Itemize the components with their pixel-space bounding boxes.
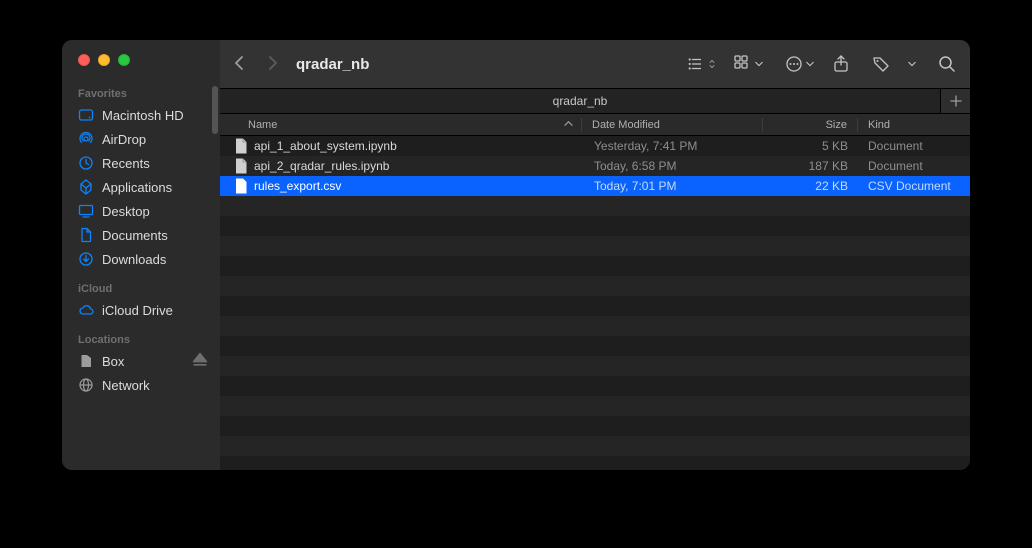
sidebar-item-airdrop[interactable]: AirDrop [62,127,220,151]
main-content: qradar_nb [220,40,970,470]
sidebar-item-label: Network [102,378,150,393]
empty-row [220,276,970,296]
sidebar-section: Locations Box Network [62,328,220,397]
file-kind: CSV Document [858,179,970,193]
empty-row [220,416,970,436]
column-headers: Name Date Modified Size Kind [220,114,970,136]
back-button[interactable] [234,56,246,73]
sidebar-item-applications[interactable]: Applications [62,175,220,199]
empty-row [220,356,970,376]
sidebar-scrollbar[interactable] [212,86,218,134]
sidebar-item-label: Applications [102,180,172,195]
file-name: rules_export.csv [254,179,341,193]
column-header-kind[interactable]: Kind [858,119,970,131]
airdrop-icon [78,131,94,147]
clock-icon [78,155,94,171]
sidebar-item-label: Downloads [102,252,166,267]
empty-row [220,396,970,416]
sort-ascending-icon [564,119,573,130]
file-date: Yesterday, 7:41 PM [584,139,764,153]
empty-row [220,216,970,236]
sidebar-item-box[interactable]: Box [62,349,220,373]
group-by-button[interactable] [734,55,763,73]
new-tab-button[interactable] [940,89,970,113]
empty-row [220,256,970,276]
sidebar-item-label: Box [102,354,124,369]
sidebar-item-label: Documents [102,228,168,243]
sidebar-item-macintosh-hd[interactable]: Macintosh HD [62,103,220,127]
action-menu-button[interactable] [785,55,814,73]
sidebar-item-desktop[interactable]: Desktop [62,199,220,223]
empty-row [220,376,970,396]
empty-row [220,436,970,456]
minimize-window-button[interactable] [98,54,110,66]
empty-row [220,296,970,316]
search-button[interactable] [938,55,956,73]
file-date: Today, 7:01 PM [584,179,764,193]
sidebar-item-label: Recents [102,156,150,171]
file-size: 187 KB [764,159,858,173]
sidebar-item-recents[interactable]: Recents [62,151,220,175]
file-name: api_1_about_system.ipynb [254,139,397,153]
file-size: 22 KB [764,179,858,193]
sidebar-item-downloads[interactable]: Downloads [62,247,220,271]
tab-qradar-nb[interactable]: qradar_nb [220,89,940,113]
download-icon [78,251,94,267]
file-row[interactable]: api_2_qradar_rules.ipynb Today, 6:58 PM18… [220,156,970,176]
sidebar-item-network[interactable]: Network [62,373,220,397]
document-icon [234,138,248,154]
toolbar-dropdown-button[interactable] [908,60,916,68]
empty-row [220,336,970,356]
cloud-icon [78,302,94,318]
document-icon [234,158,248,174]
share-button[interactable] [832,55,850,73]
file-row[interactable]: rules_export.csv Today, 7:01 PM22 KBCSV D… [220,176,970,196]
sidebar-item-label: iCloud Drive [102,303,173,318]
window-title: qradar_nb [296,56,369,73]
column-header-date[interactable]: Date Modified [582,119,762,131]
document-icon [234,178,248,194]
globe-icon [78,377,94,393]
file-name: api_2_qradar_rules.ipynb [254,159,389,173]
column-header-size[interactable]: Size [763,119,857,131]
file-kind: Document [858,159,970,173]
sidebar-item-label: Desktop [102,204,150,219]
finder-window: Favorites Macintosh HD AirDrop Recents Appli… [62,40,970,470]
sidebar-item-documents[interactable]: Documents [62,223,220,247]
close-window-button[interactable] [78,54,90,66]
file-size: 5 KB [764,139,858,153]
sidebar-section: Favorites Macintosh HD AirDrop Recents Appli… [62,82,220,271]
tab-bar: qradar_nb [220,88,970,114]
view-options-button[interactable] [687,55,716,73]
doc-icon [78,227,94,243]
file-list: api_1_about_system.ipynb Yesterday, 7:41 … [220,136,970,470]
sidebar-item-label: AirDrop [102,132,146,147]
sidebar-item-icloud-drive[interactable]: iCloud Drive [62,298,220,322]
folder-icon [78,353,94,369]
tags-button[interactable] [872,55,890,73]
file-kind: Document [858,139,970,153]
sidebar-section: iCloud iCloud Drive [62,277,220,322]
sidebar: Favorites Macintosh HD AirDrop Recents Appli… [62,40,220,470]
empty-row [220,236,970,256]
sidebar-section-header: iCloud [62,277,220,298]
sidebar-section-header: Favorites [62,82,220,103]
apps-icon [78,179,94,195]
desktop-icon [78,203,94,219]
sidebar-section-header: Locations [62,328,220,349]
hdd-icon [78,107,94,123]
forward-button[interactable] [266,56,278,73]
file-row[interactable]: api_1_about_system.ipynb Yesterday, 7:41 … [220,136,970,156]
empty-row [220,316,970,336]
eject-icon[interactable] [192,352,208,371]
empty-row [220,196,970,216]
toolbar: qradar_nb [220,40,970,88]
file-date: Today, 6:58 PM [584,159,764,173]
maximize-window-button[interactable] [118,54,130,66]
tab-label: qradar_nb [553,94,608,108]
sidebar-item-label: Macintosh HD [102,108,184,123]
column-header-name[interactable]: Name [220,119,581,131]
window-controls [62,40,220,76]
